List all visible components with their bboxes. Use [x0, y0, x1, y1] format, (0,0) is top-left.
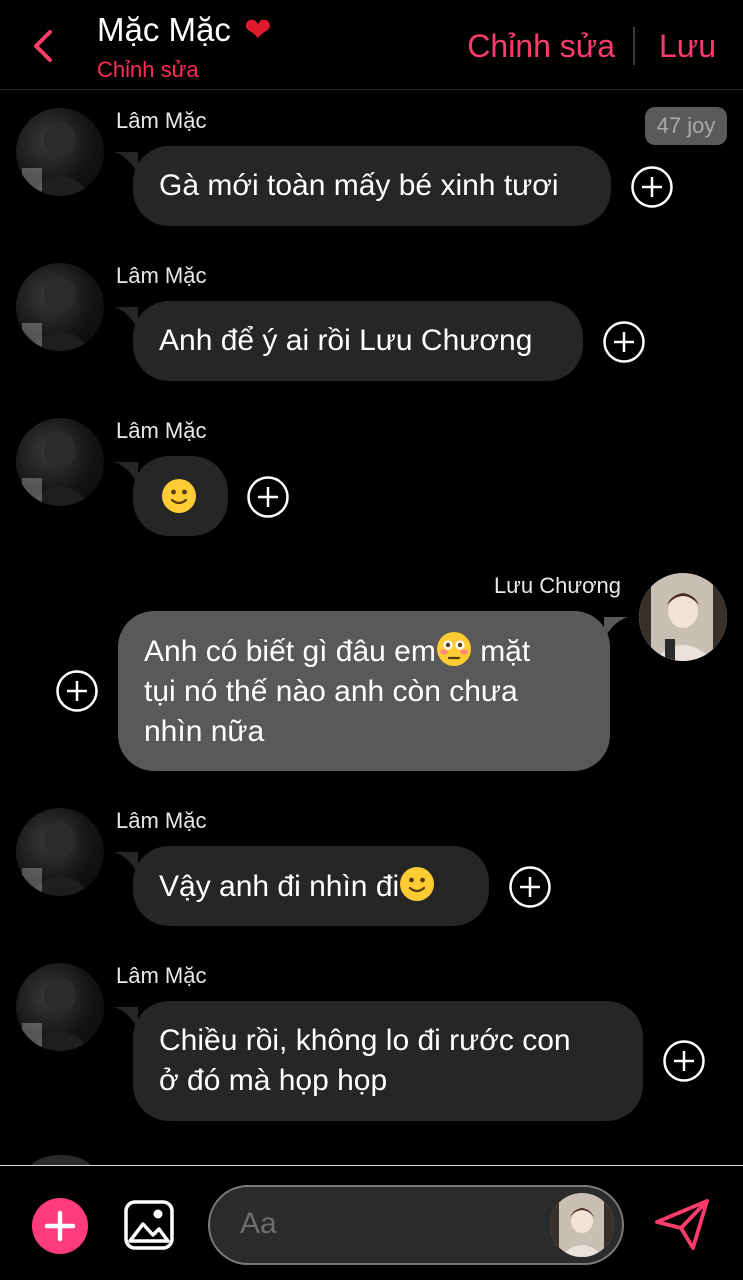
message-text: Anh để ý ai rồi Lưu Chương: [159, 324, 533, 357]
sender-name: Lâm Mặc: [116, 808, 207, 833]
message-bubble[interactable]: Chiều rồi, không lo đi rước con ở đó mà …: [133, 1001, 643, 1121]
message-line: ở đó mà họp họp: [159, 1064, 388, 1097]
chat-header: Mặc Mặc ❤ Chỉnh sửa Chỉnh sửa Lưu: [0, 0, 743, 90]
message-line: Chiều rồi, không lo đi rước con: [159, 1024, 571, 1057]
avatar[interactable]: [16, 108, 104, 196]
avatar-portrait-icon: [550, 1193, 614, 1257]
add-reaction-icon[interactable]: [508, 865, 552, 909]
avatar-portrait-icon: [639, 573, 727, 661]
message-bubble[interactable]: [133, 456, 228, 536]
send-button[interactable]: [653, 1196, 713, 1254]
composer-bar: Aa: [0, 1165, 743, 1280]
sender-name: Lưu Chương: [493, 573, 621, 598]
sender-name: Lâm Mặc: [116, 263, 207, 288]
flushed-face-icon: [436, 632, 471, 666]
avatar[interactable]: [16, 263, 104, 351]
message-bubble[interactable]: Anh có biết gì đâu em mặt tụi nó thế nào…: [118, 611, 610, 771]
message-text: Vậy anh đi nhìn đi: [159, 870, 400, 903]
message-line: tụi nó thế nào anh còn chưa: [144, 675, 518, 708]
send-icon: [655, 1199, 709, 1250]
add-attachment-button[interactable]: [32, 1198, 88, 1254]
message-text: Anh có biết gì đâu em: [144, 635, 436, 668]
message-bubble[interactable]: Vậy anh đi nhìn đi: [133, 846, 489, 926]
add-reaction-icon[interactable]: [55, 669, 99, 713]
avatar[interactable]: [16, 418, 104, 506]
message-line: Anh có biết gì đâu em mặt: [144, 631, 584, 672]
sender-name: Lâm Mặc: [116, 418, 207, 443]
back-button[interactable]: [26, 26, 62, 66]
joy-badge: 47 joy: [645, 107, 727, 145]
sender-name: Lâm Mặc: [116, 108, 207, 133]
message-text: Gà mới toàn mấy bé xinh tươi: [159, 169, 559, 202]
persona-avatar[interactable]: [550, 1193, 614, 1257]
image-picker-button[interactable]: [123, 1199, 175, 1251]
chat-title-text: Mặc Mặc: [97, 11, 231, 48]
avatar[interactable]: [16, 808, 104, 896]
message-line: nhìn nữa: [144, 715, 265, 748]
sender-name: Lâm Mặc: [116, 963, 207, 988]
save-button[interactable]: Lưu: [659, 28, 716, 65]
add-reaction-icon[interactable]: [662, 1039, 706, 1083]
slightly-smiling-face-icon: [162, 479, 196, 513]
chat-subtitle[interactable]: Chỉnh sửa: [97, 57, 199, 83]
chevron-left-icon: [34, 30, 52, 62]
add-reaction-icon[interactable]: [246, 475, 290, 519]
avatar-portrait-icon: [22, 122, 92, 196]
avatar-portrait-icon: [22, 277, 92, 351]
edit-button[interactable]: Chỉnh sửa: [467, 28, 615, 65]
avatar[interactable]: [16, 963, 104, 1051]
heart-icon: ❤: [244, 11, 272, 48]
message-input[interactable]: Aa: [208, 1185, 624, 1265]
header-divider: [633, 27, 635, 65]
image-icon: [124, 1200, 174, 1250]
add-reaction-icon[interactable]: [630, 165, 674, 209]
message-bubble[interactable]: Gà mới toàn mấy bé xinh tươi: [133, 146, 611, 226]
message-input-placeholder: Aa: [240, 1207, 277, 1240]
avatar-portrait-icon: [22, 822, 92, 896]
message-bubble[interactable]: Anh để ý ai rồi Lưu Chương: [133, 301, 583, 381]
slightly-smiling-face-icon: [400, 867, 435, 901]
avatar-portrait-icon: [22, 977, 92, 1051]
plus-icon: [44, 1210, 76, 1242]
chat-title: Mặc Mặc ❤: [97, 10, 272, 49]
avatar-portrait-icon: [22, 432, 92, 506]
add-reaction-icon[interactable]: [602, 320, 646, 364]
avatar[interactable]: [639, 573, 727, 661]
message-text: mặt: [471, 635, 531, 668]
